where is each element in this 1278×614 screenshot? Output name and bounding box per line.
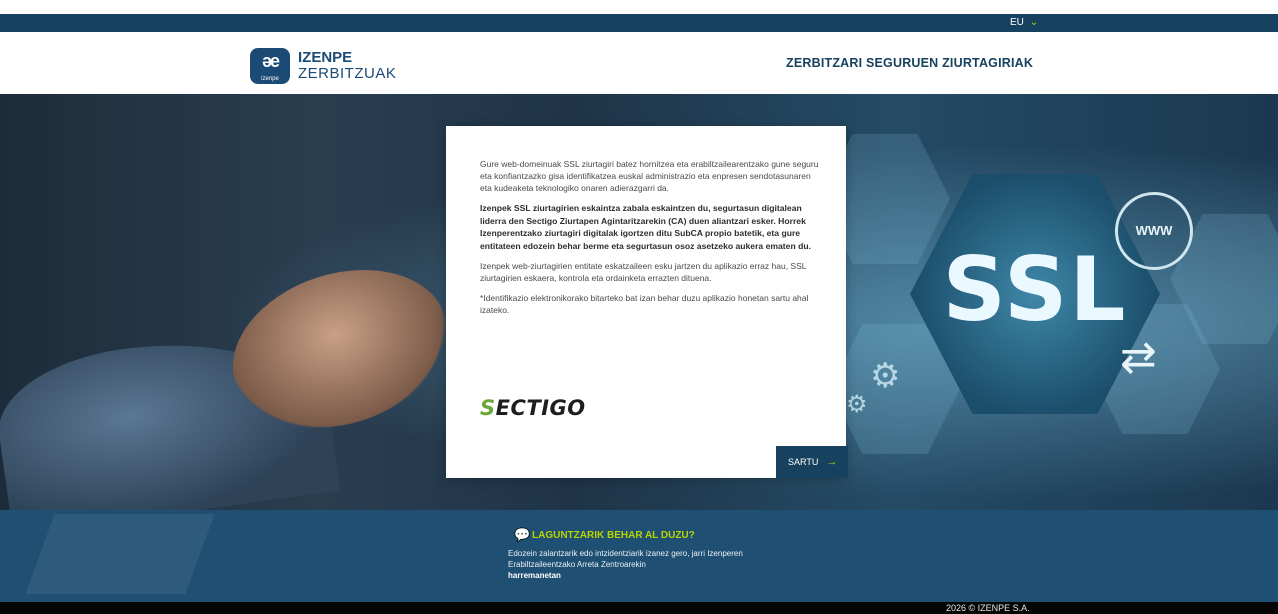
top-bar: EU ⌄ [0,14,1278,32]
izenpe-logo-icon: əe izenpe [250,48,290,84]
keyboard-background-image [25,514,215,594]
sartu-button[interactable]: SARTU → [776,446,848,478]
chat-bubbles-icon: 💬 [514,528,531,543]
help-section: 💬 LAGUNTZARIK BEHAR AL DUZU? Edozein zal… [0,510,1278,602]
site-header: əe izenpe IZENPE ZERBITZUAK ZERBITZARI S… [0,32,1278,94]
help-title: LAGUNTZARIK BEHAR AL DUZU? [532,530,695,541]
chevron-down-icon: ⌄ [1029,17,1039,28]
intro-card: Gure web-domeinuak SSL ziurtagiri batez … [446,126,846,478]
help-text: Edozein zalantzarik edo intzidentziarik … [508,548,788,581]
exchange-arrows-icon: ⇄ [1120,332,1157,383]
logo-line1: IZENPE [298,49,353,66]
logo-text: IZENPE ZERBITZUAK [298,50,396,82]
intro-paragraph: Izenpek web-ziurtagirien entitate eskatz… [480,261,807,283]
language-selector[interactable]: EU ⌄ [1010,14,1038,32]
sectigo-logo-s: S [480,396,496,420]
gear-icon: ⚙ [846,390,868,418]
intro-note: *Identifikazio elektronikorako bitarteko… [480,293,809,315]
izenpe-logo[interactable]: əe izenpe IZENPE ZERBITZUAK [250,48,396,84]
gear-icon: ⚙ [870,356,901,396]
intro-text: Gure web-domeinuak SSL ziurtagiri batez … [480,158,820,324]
sectigo-logo-rest: ECTIGO [495,396,586,420]
logo-small-text: izenpe [261,76,279,82]
sectigo-logo: SECTIGO [480,396,586,420]
footer: 2026 © IZENPE S.A. [0,602,1278,614]
language-label: EU [1010,17,1024,28]
copyright: 2026 © IZENPE S.A. [946,603,1030,613]
logo-mark: əe [261,51,280,71]
sartu-label: SARTU [788,457,819,467]
intro-paragraph: Gure web-domeinuak SSL ziurtagiri batez … [480,159,819,193]
logo-line2: ZERBITZUAK [298,65,397,82]
contact-link[interactable]: harremanetan [508,571,561,580]
help-body: Edozein zalantzarik edo intzidentziarik … [508,549,743,569]
intro-paragraph-bold: Izenpek SSL ziurtagirien eskaintza zabal… [480,203,811,251]
globe-www-icon: WWW [1115,192,1193,270]
arrow-right-icon: → [826,456,838,468]
page-title: ZERBITZARI SEGURUEN ZIURTAGIRIAK [786,56,1034,70]
